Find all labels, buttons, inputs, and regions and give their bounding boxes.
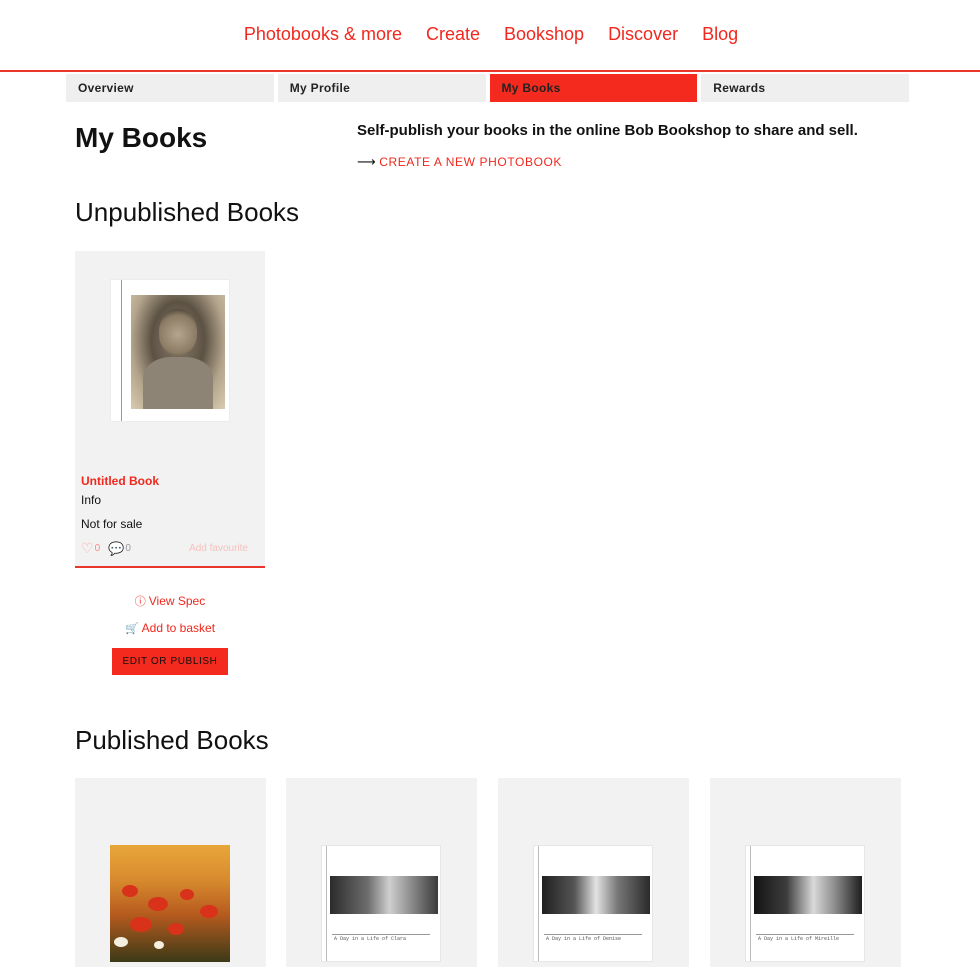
cover-rule bbox=[544, 934, 642, 935]
add-to-basket-label: Add to basket bbox=[141, 621, 216, 635]
published-book-card[interactable]: A Day in a Life of Mireille bbox=[710, 778, 901, 967]
cover-photo bbox=[330, 876, 438, 914]
nav-blog[interactable]: Blog bbox=[702, 24, 738, 44]
edit-or-publish-button[interactable]: EDIT OR PUBLISH bbox=[112, 648, 228, 675]
comments-count: 0 bbox=[125, 543, 131, 554]
create-photobook-label: CREATE A NEW PHOTOBOOK bbox=[379, 155, 563, 169]
nav-create[interactable]: Create bbox=[426, 24, 480, 44]
unpublished-section-title: Unpublished Books bbox=[75, 197, 300, 227]
published-section-title: Published Books bbox=[75, 725, 269, 755]
poppy-shape bbox=[130, 917, 152, 932]
tab-overview[interactable]: Overview bbox=[66, 74, 274, 102]
nav-discover[interactable]: Discover bbox=[608, 24, 678, 44]
book-spine bbox=[121, 280, 122, 421]
cover-photo bbox=[754, 876, 862, 914]
main-navigation: Photobooks & more Create Bookshop Discov… bbox=[0, 0, 980, 72]
poppy-shape bbox=[148, 897, 168, 911]
tab-my-profile[interactable]: My Profile bbox=[277, 74, 486, 102]
intro-text: Self-publish your books in the online Bo… bbox=[357, 122, 858, 139]
poppy-shape bbox=[180, 889, 194, 900]
book-stats: ♡ 0 💬 0 Add favourite bbox=[81, 540, 248, 557]
book-info-link[interactable]: Info bbox=[81, 493, 101, 507]
cover-photo bbox=[542, 876, 650, 914]
book-cover[interactable]: A Day in a Life of Clara bbox=[321, 845, 441, 962]
poppy-shape bbox=[168, 923, 184, 935]
cover-caption: A Day in a Life of Clara bbox=[334, 936, 407, 942]
tab-my-books[interactable]: My Books bbox=[489, 74, 698, 102]
published-book-card[interactable]: A Day in a Life of Clara bbox=[286, 778, 477, 967]
cart-icon: 🛒 bbox=[124, 623, 139, 635]
published-book-card[interactable] bbox=[75, 778, 266, 967]
book-cover[interactable] bbox=[110, 279, 230, 422]
nav-photobooks[interactable]: Photobooks & more bbox=[244, 24, 402, 44]
poppy-shape bbox=[122, 885, 138, 897]
tab-rewards[interactable]: Rewards bbox=[701, 74, 909, 102]
create-photobook-link[interactable]: ⟶ CREATE A NEW PHOTOBOOK bbox=[357, 154, 562, 170]
book-cover[interactable]: A Day in a Life of Mireille bbox=[745, 845, 865, 962]
cover-caption: A Day in a Life of Denise bbox=[546, 936, 622, 942]
nav-bookshop[interactable]: Bookshop bbox=[504, 24, 584, 44]
published-book-card[interactable]: A Day in a Life of Denise bbox=[498, 778, 689, 967]
page-title: My Books bbox=[75, 122, 208, 153]
book-cover[interactable] bbox=[110, 845, 230, 962]
book-spine bbox=[326, 846, 327, 961]
account-tabs: Overview My Profile My Books Rewards bbox=[66, 74, 909, 102]
likes-count: 0 bbox=[94, 543, 101, 554]
cover-photo bbox=[131, 295, 225, 409]
add-favourite-link[interactable]: Add favourite bbox=[189, 543, 248, 554]
daisy-shape bbox=[154, 941, 164, 949]
card-divider bbox=[75, 566, 265, 568]
book-cover[interactable]: A Day in a Life of Denise bbox=[533, 845, 653, 962]
cover-caption: A Day in a Life of Mireille bbox=[758, 936, 840, 942]
cover-rule bbox=[756, 934, 854, 935]
add-to-basket-link[interactable]: 🛒 Add to basket bbox=[75, 621, 265, 635]
view-spec-link[interactable]: ⓘ View Spec bbox=[75, 593, 265, 609]
comment-icon[interactable]: 💬 bbox=[108, 541, 124, 557]
sale-status: Not for sale bbox=[81, 517, 143, 531]
daisy-shape bbox=[114, 937, 128, 947]
cover-rule bbox=[332, 934, 430, 935]
arrow-right-icon: ⟶ bbox=[357, 154, 377, 169]
info-icon: ⓘ bbox=[134, 596, 146, 608]
book-spine bbox=[538, 846, 539, 961]
poppy-shape bbox=[200, 905, 218, 918]
book-spine bbox=[750, 846, 751, 961]
book-title-link[interactable]: Untitled Book bbox=[81, 474, 159, 488]
heart-icon[interactable]: ♡ bbox=[81, 540, 94, 557]
view-spec-label: View Spec bbox=[148, 594, 206, 608]
